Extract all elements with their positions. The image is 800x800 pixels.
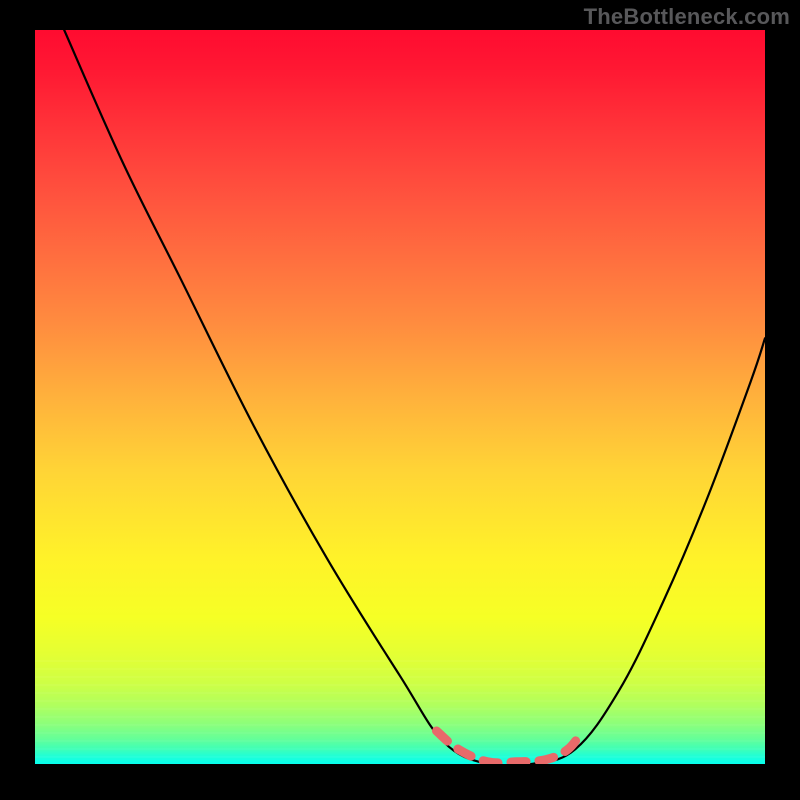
bottleneck-curve	[64, 30, 765, 764]
curve-layer	[35, 30, 765, 764]
plot-area	[35, 30, 765, 764]
watermark-text: TheBottleneck.com	[584, 4, 790, 30]
chart-root: TheBottleneck.com	[0, 0, 800, 800]
curve-svg	[35, 30, 765, 764]
